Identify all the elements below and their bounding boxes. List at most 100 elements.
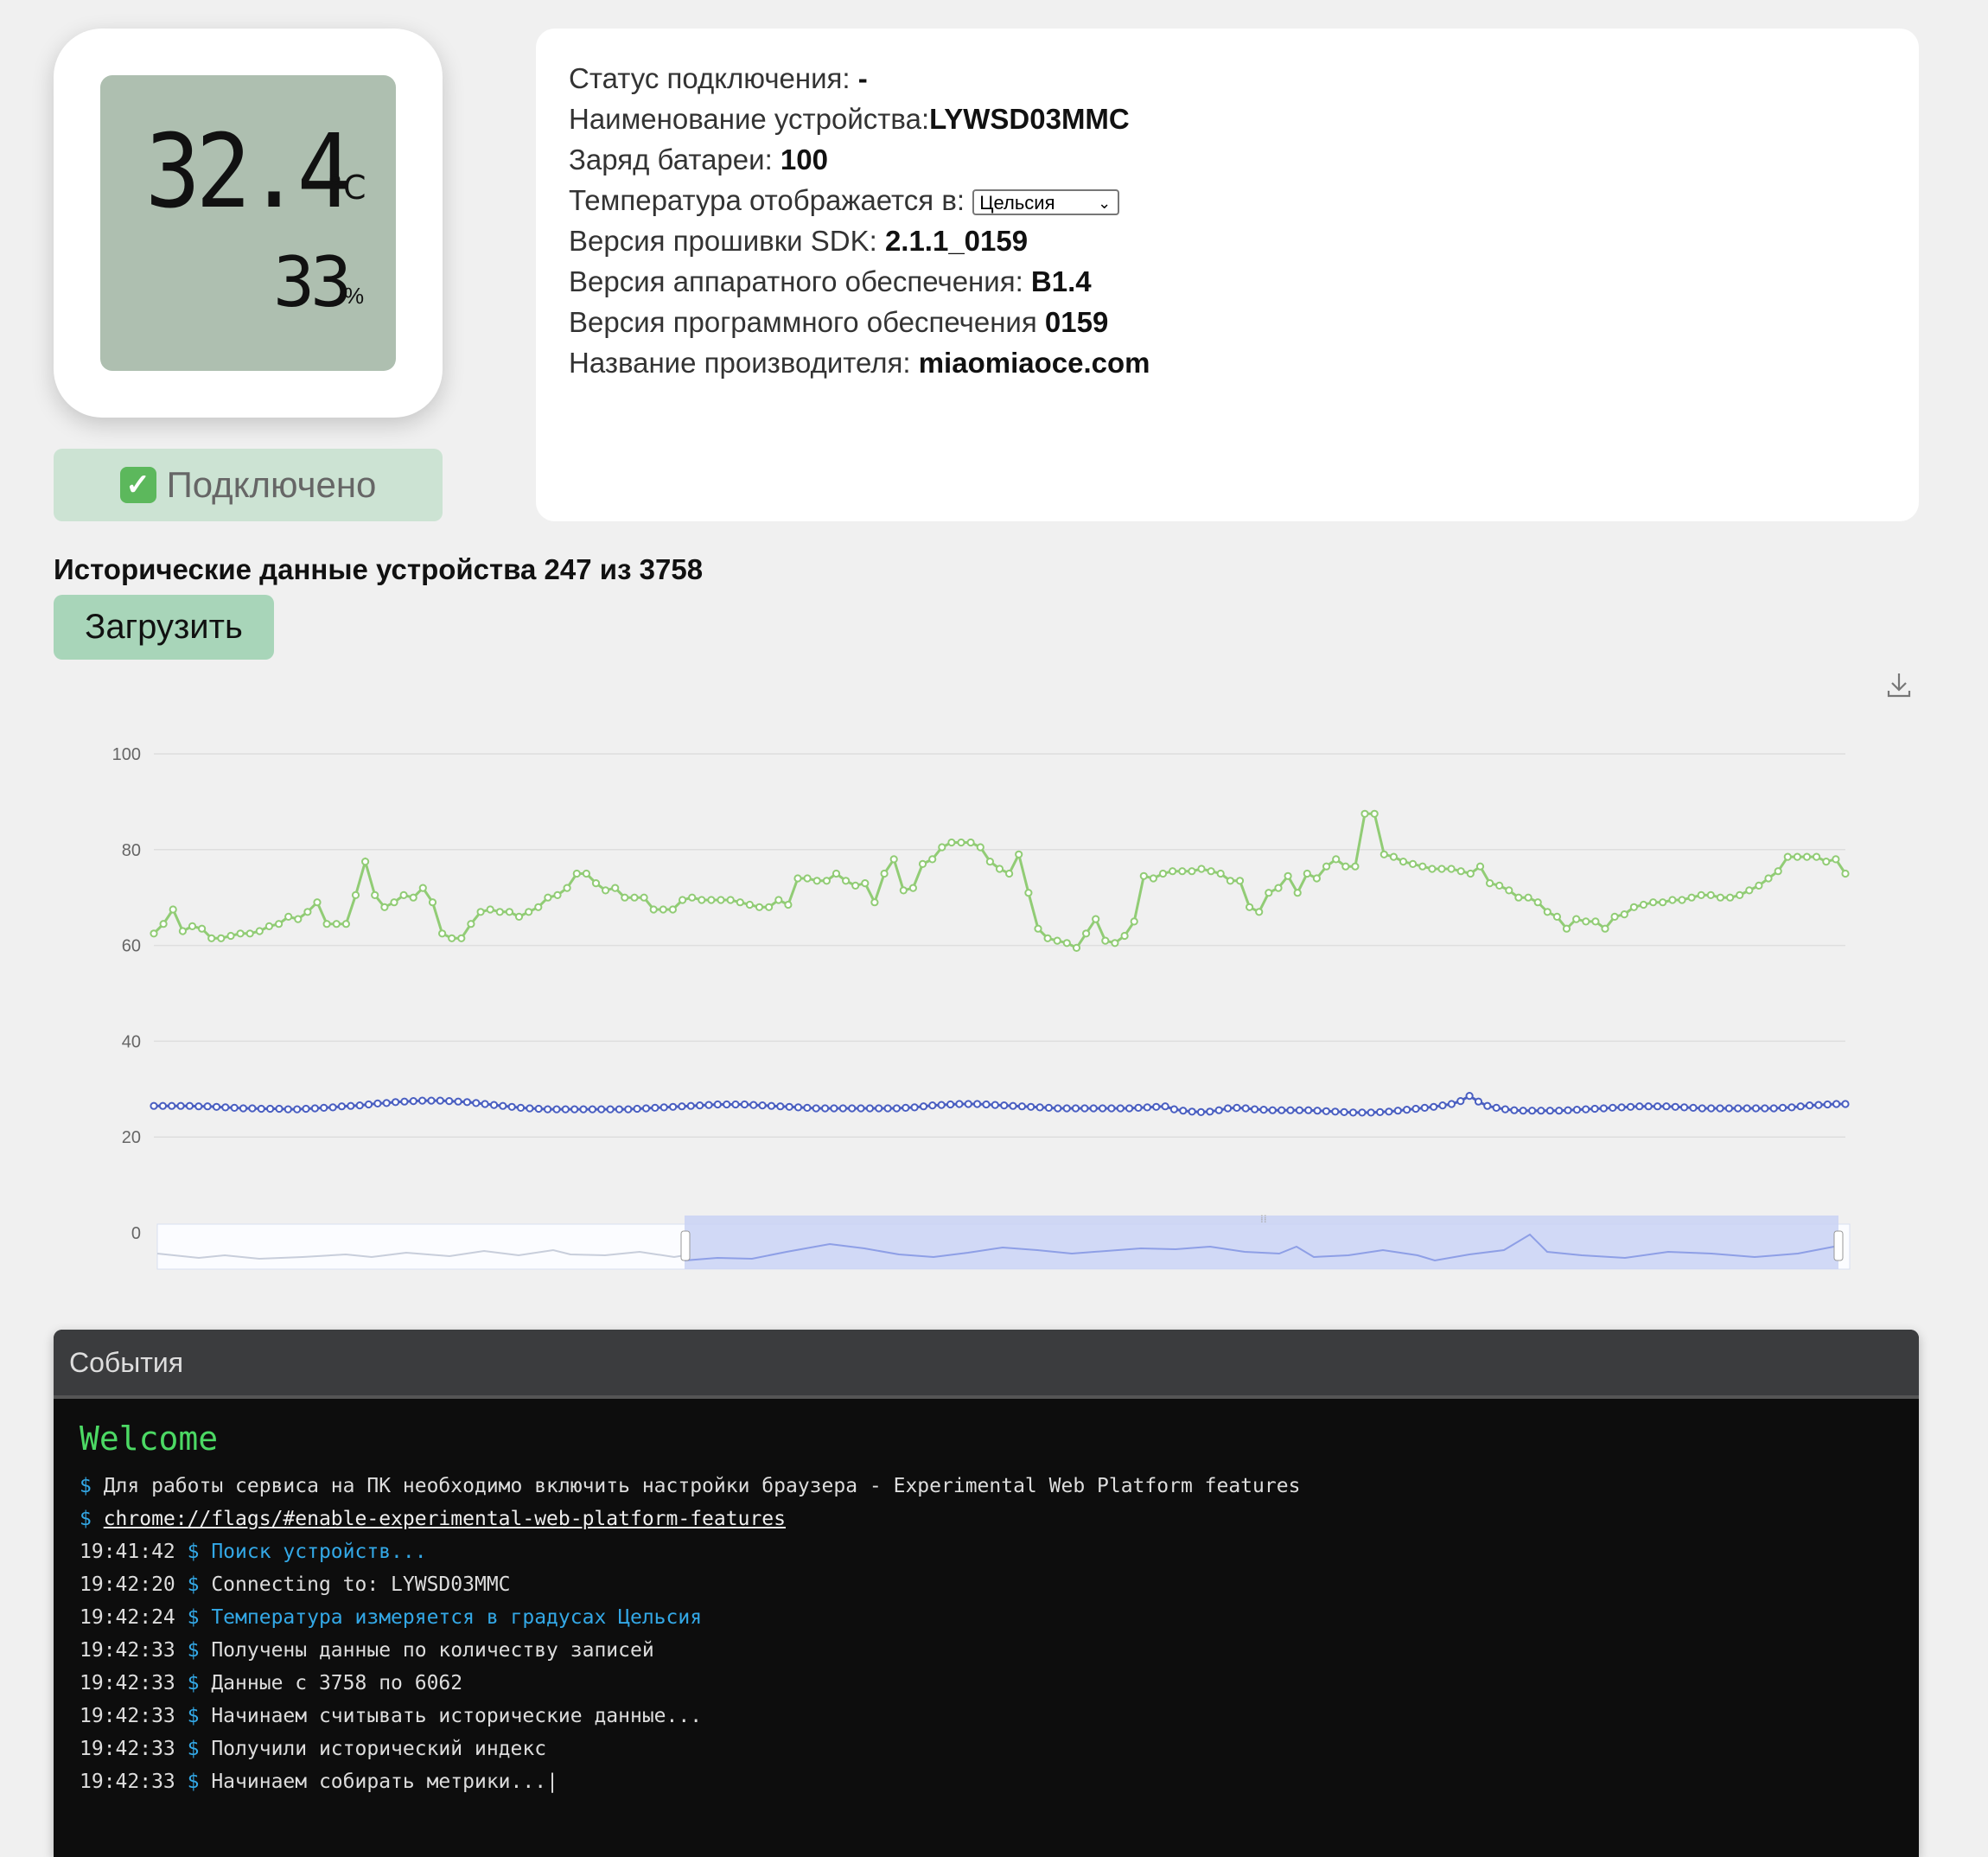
data-point[interactable] xyxy=(1769,1104,1778,1113)
data-point[interactable] xyxy=(1447,1100,1456,1108)
data-point[interactable] xyxy=(740,1100,749,1109)
data-point[interactable] xyxy=(966,838,975,847)
data-point[interactable] xyxy=(194,1102,203,1111)
data-point[interactable] xyxy=(351,890,360,899)
data-point[interactable] xyxy=(1385,1107,1393,1116)
data-point[interactable] xyxy=(525,908,533,916)
data-point[interactable] xyxy=(1072,943,1081,952)
data-point[interactable] xyxy=(1724,1104,1734,1113)
data-point[interactable] xyxy=(1734,1104,1743,1113)
data-point[interactable] xyxy=(1101,936,1110,945)
data-point[interactable] xyxy=(1687,893,1696,902)
data-point[interactable] xyxy=(883,1104,892,1113)
data-point[interactable] xyxy=(400,1097,409,1106)
data-point[interactable] xyxy=(1644,1102,1653,1111)
data-point[interactable] xyxy=(1080,1104,1089,1113)
data-point[interactable] xyxy=(457,934,466,942)
data-point[interactable] xyxy=(1761,1104,1769,1113)
data-point[interactable] xyxy=(1071,1104,1080,1113)
data-point[interactable] xyxy=(947,838,956,847)
data-point[interactable] xyxy=(361,858,370,866)
data-point[interactable] xyxy=(399,890,408,899)
data-point[interactable] xyxy=(803,874,812,883)
data-point[interactable] xyxy=(1519,1107,1527,1115)
data-point[interactable] xyxy=(704,1101,713,1109)
flags-link[interactable]: chrome://flags/#enable-experimental-web-… xyxy=(104,1508,786,1530)
data-point[interactable] xyxy=(1680,1103,1689,1112)
data-point[interactable] xyxy=(1495,881,1504,890)
data-point[interactable] xyxy=(514,912,524,921)
data-point[interactable] xyxy=(848,1104,857,1113)
data-point[interactable] xyxy=(659,1103,668,1112)
data-point[interactable] xyxy=(812,877,821,885)
data-point[interactable] xyxy=(1492,1103,1501,1112)
data-point[interactable] xyxy=(212,1102,221,1111)
data-point[interactable] xyxy=(1158,869,1168,878)
data-point[interactable] xyxy=(534,903,543,911)
data-point[interactable] xyxy=(1358,1108,1367,1117)
data-point[interactable] xyxy=(857,1104,865,1113)
data-point[interactable] xyxy=(776,1102,785,1111)
data-point[interactable] xyxy=(320,1103,328,1112)
data-point[interactable] xyxy=(1486,879,1494,888)
data-point[interactable] xyxy=(392,1098,400,1107)
data-point[interactable] xyxy=(1107,1104,1116,1113)
data-point[interactable] xyxy=(1591,917,1600,926)
data-point[interactable] xyxy=(544,1105,552,1114)
data-point[interactable] xyxy=(1505,886,1513,895)
data-point[interactable] xyxy=(1009,1101,1017,1110)
data-point[interactable] xyxy=(651,1103,659,1112)
data-point[interactable] xyxy=(552,1105,561,1114)
data-point[interactable] xyxy=(1564,1106,1572,1114)
data-point[interactable] xyxy=(1293,889,1302,897)
data-point[interactable] xyxy=(861,879,870,888)
data-point[interactable] xyxy=(726,896,735,904)
data-point[interactable] xyxy=(1111,939,1119,948)
data-point[interactable] xyxy=(534,1104,543,1114)
data-point[interactable] xyxy=(1662,1102,1671,1111)
data-point[interactable] xyxy=(1783,852,1792,861)
data-point[interactable] xyxy=(1259,1106,1268,1114)
data-point[interactable] xyxy=(1370,809,1379,818)
data-point[interactable] xyxy=(472,1099,481,1107)
data-point[interactable] xyxy=(462,1098,472,1107)
data-point[interactable] xyxy=(717,896,725,904)
data-point[interactable] xyxy=(1054,1104,1062,1113)
data-point[interactable] xyxy=(851,881,860,890)
data-point[interactable] xyxy=(758,1101,767,1110)
data-point[interactable] xyxy=(870,898,879,907)
data-point[interactable] xyxy=(1226,877,1235,885)
data-point[interactable] xyxy=(973,1100,982,1108)
data-point[interactable] xyxy=(1668,896,1677,904)
data-point[interactable] xyxy=(1582,1105,1590,1114)
data-point[interactable] xyxy=(303,908,312,916)
data-point[interactable] xyxy=(902,1103,910,1112)
data-point[interactable] xyxy=(1000,1101,1009,1110)
data-point[interactable] xyxy=(1348,1108,1358,1117)
data-point[interactable] xyxy=(1179,1107,1188,1115)
data-point[interactable] xyxy=(1206,1107,1214,1116)
data-point[interactable] xyxy=(322,920,331,928)
data-point[interactable] xyxy=(1360,809,1369,818)
data-point[interactable] xyxy=(284,1105,292,1114)
data-point[interactable] xyxy=(1241,1104,1250,1113)
data-point[interactable] xyxy=(1331,1107,1340,1116)
data-point[interactable] xyxy=(438,929,447,938)
data-point[interactable] xyxy=(982,1100,991,1109)
data-point[interactable] xyxy=(995,865,1004,873)
data-point[interactable] xyxy=(476,908,485,916)
data-point[interactable] xyxy=(1341,862,1350,871)
data-point[interactable] xyxy=(749,1101,758,1109)
data-point[interactable] xyxy=(185,1101,194,1110)
data-point[interactable] xyxy=(928,855,937,864)
data-point[interactable] xyxy=(1428,865,1437,873)
data-point[interactable] xyxy=(1774,867,1782,876)
data-point[interactable] xyxy=(1483,1101,1492,1110)
data-point[interactable] xyxy=(1555,1107,1564,1115)
data-point[interactable] xyxy=(1169,1105,1179,1114)
data-point[interactable] xyxy=(1053,936,1061,945)
data-point[interactable] xyxy=(1130,917,1138,926)
data-point[interactable] xyxy=(1778,1103,1787,1112)
data-point[interactable] xyxy=(390,898,398,907)
data-point[interactable] xyxy=(1351,862,1360,871)
